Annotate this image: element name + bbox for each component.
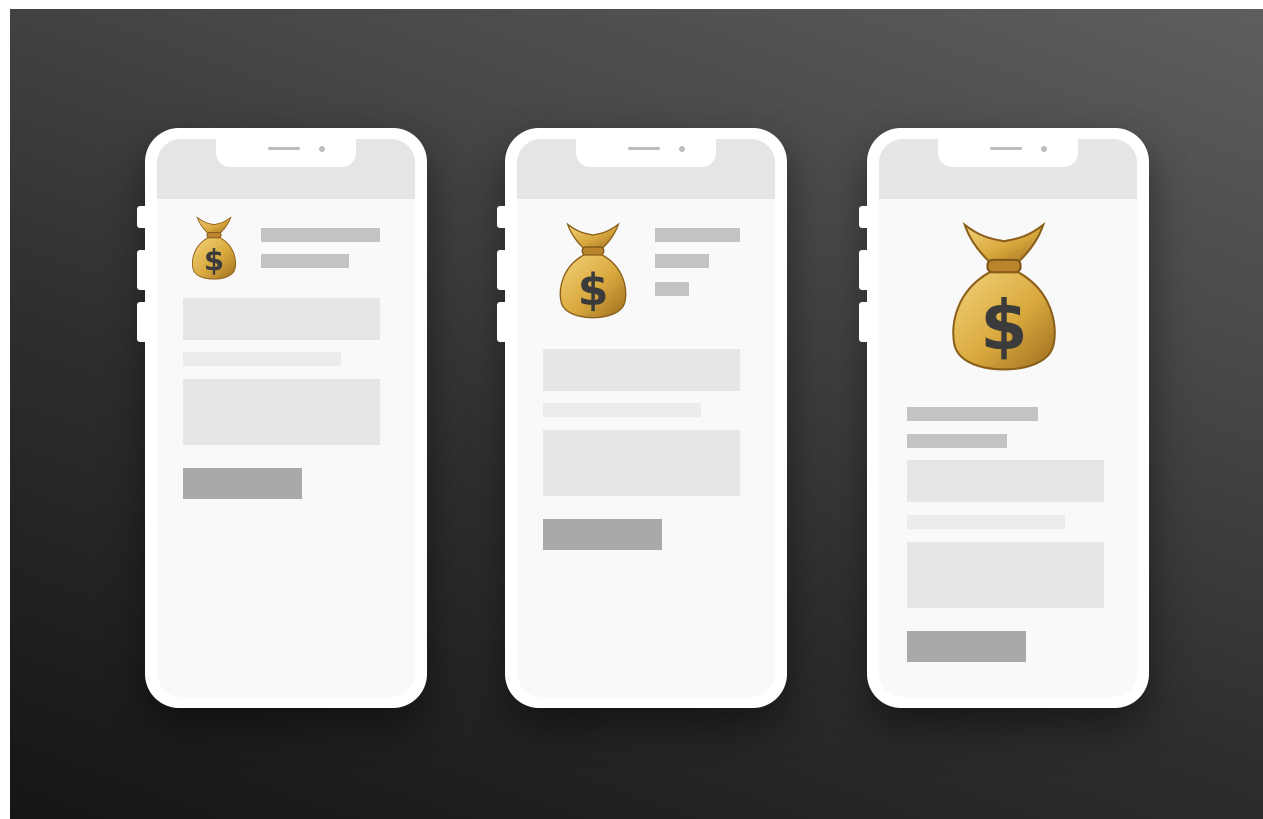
content-block-placeholder (183, 379, 380, 445)
mockup-canvas: $ $ $ (10, 9, 1263, 819)
side-button (859, 250, 869, 290)
content-block-placeholder (183, 298, 380, 340)
content-block-placeholder (543, 430, 740, 496)
phone-screen: $ (517, 139, 775, 697)
speaker-grille (628, 147, 660, 150)
dollar-sign-glyph: $ (204, 243, 224, 277)
phone-notch (216, 139, 356, 167)
text-line-placeholder (183, 352, 341, 366)
money-bag-icon: $ (559, 222, 627, 319)
subtitle-placeholder (907, 434, 1007, 448)
cta-button-placeholder[interactable] (543, 519, 662, 550)
side-button (497, 302, 507, 342)
caption-placeholder (655, 282, 689, 296)
text-line-placeholder (907, 515, 1065, 529)
dollar-sign-glyph: $ (980, 287, 1027, 366)
title-placeholder (261, 228, 380, 242)
phone-notch (938, 139, 1078, 167)
content-block-placeholder (907, 460, 1104, 502)
speaker-grille (990, 147, 1022, 150)
side-button (859, 206, 869, 228)
title-placeholder (655, 228, 740, 242)
text-line-placeholder (543, 403, 701, 417)
phone-mockup-2: $ (497, 128, 787, 708)
side-button (137, 250, 147, 290)
front-camera (1041, 146, 1047, 152)
phone-notch (576, 139, 716, 167)
front-camera (319, 146, 325, 152)
subtitle-placeholder (261, 254, 349, 268)
subtitle-placeholder (655, 254, 709, 268)
side-button (859, 302, 869, 342)
side-button (137, 302, 147, 342)
phone-screen: $ (879, 139, 1137, 697)
phone-screen: $ (157, 139, 415, 697)
dollar-sign-glyph: $ (578, 264, 609, 315)
front-camera (679, 146, 685, 152)
side-button (497, 250, 507, 290)
phone-mockup-1: $ (137, 128, 427, 708)
money-bag-icon: $ (952, 221, 1056, 371)
content-block-placeholder (543, 349, 740, 391)
side-button (497, 206, 507, 228)
title-placeholder (907, 407, 1038, 421)
money-bag-icon: $ (192, 216, 236, 280)
phone-mockup-3: $ (859, 128, 1149, 708)
content-block-placeholder (907, 542, 1104, 608)
cta-button-placeholder[interactable] (183, 468, 302, 499)
speaker-grille (268, 147, 300, 150)
cta-button-placeholder[interactable] (907, 631, 1026, 662)
side-button (137, 206, 147, 228)
